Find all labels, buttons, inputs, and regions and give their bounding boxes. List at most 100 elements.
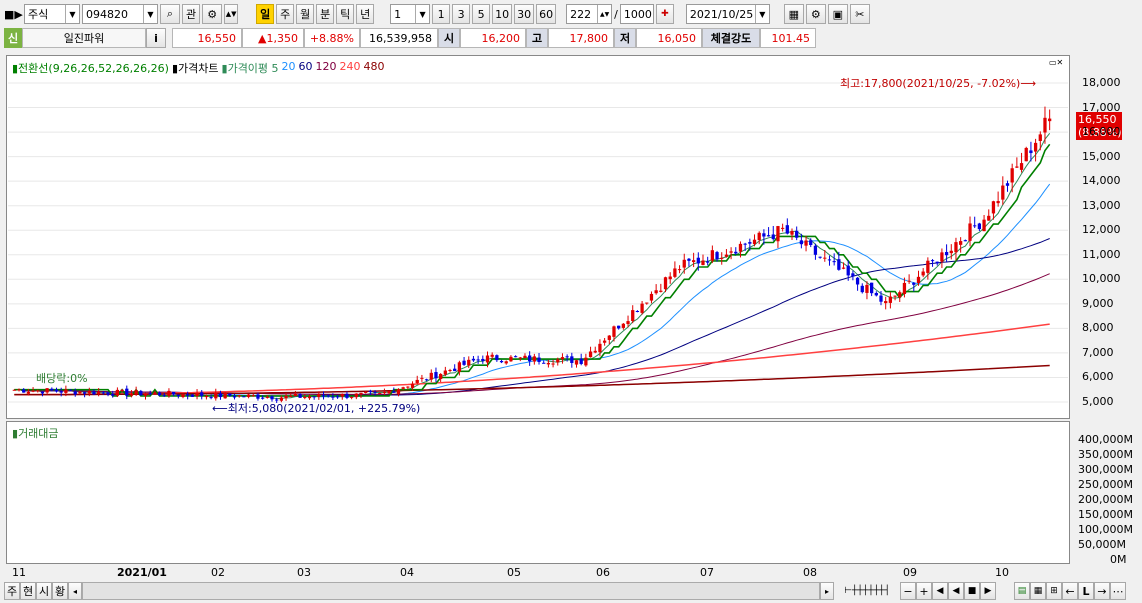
tab-ju[interactable]: 주 (4, 582, 20, 600)
legend-item[interactable]: ▮가격이평 5 (222, 60, 279, 76)
volume-y-tick-label: 400,000M (1078, 433, 1133, 446)
period-button-month[interactable]: 월 (296, 4, 315, 24)
low-annotation: ⟵최저:5,080(2021/02/01, +225.79%) (212, 402, 421, 415)
chart-type-icon[interactable]: ▦ (783, 4, 804, 24)
interval-button-30[interactable]: 30 (514, 4, 535, 24)
y-tick-label: 7,000 (1082, 345, 1114, 359)
low-label: 저 (614, 28, 636, 48)
y-tick-label: 8,000 (1082, 321, 1114, 335)
interval-select[interactable]: 1 ▼ (390, 4, 431, 24)
gear-icon[interactable]: ⚙ (805, 4, 826, 24)
dividend-annotation: 배당락:0% (36, 372, 88, 385)
y-tick-label: 6,000 (1082, 370, 1114, 384)
y-tick-label: 10,000 (1082, 272, 1121, 286)
x-tick-label: 04 (400, 566, 414, 579)
compare-icon[interactable]: ⊞ (1046, 582, 1062, 600)
total-bars-input[interactable]: 1000 (619, 4, 654, 24)
x-tick-label: 06 (596, 566, 610, 579)
change-percent: +8.88% (304, 28, 360, 48)
legend-item[interactable]: 120 (316, 60, 337, 76)
log-scale-icon[interactable]: L (1078, 582, 1094, 600)
period-button-week[interactable]: 주 (276, 4, 295, 24)
tab-hyeon[interactable]: 현 (20, 582, 36, 600)
period-button-tick[interactable]: 틱 (336, 4, 355, 24)
period-button-minute[interactable]: 분 (316, 4, 335, 24)
play-back-icon[interactable]: ◀ (932, 582, 948, 600)
total-bars-value: 1000 (623, 7, 652, 21)
panel-controls[interactable]: ▭✕ (1049, 58, 1063, 67)
stepper-icon[interactable]: ▲▼ (597, 5, 611, 23)
horizontal-scrollbar[interactable] (82, 582, 820, 600)
volume-chart-panel[interactable] (6, 421, 1070, 564)
arrow-left-icon[interactable]: ← (1062, 582, 1078, 600)
next-icon[interactable]: ▶ (980, 582, 996, 600)
zoom-slider[interactable]: ⊢┼┼┼┼┼┼┤ (834, 582, 900, 600)
legend-item[interactable]: 20 (282, 60, 296, 76)
y-tick-label: 5,000 (1082, 395, 1114, 408)
zoom-in-icon[interactable]: + (916, 582, 932, 600)
x-tick-label: 05 (507, 566, 521, 579)
legend-item[interactable]: ▮가격차트 (172, 60, 219, 76)
market-type-select[interactable]: 주식 ▼ (24, 4, 80, 24)
volume-value: 16,539,958 (360, 28, 438, 48)
legend-item[interactable]: 240 (340, 60, 361, 76)
interest-button[interactable]: 관 (182, 4, 201, 24)
chevron-down-icon[interactable]: ▼ (65, 5, 79, 23)
high-price: 17,800 (548, 28, 614, 48)
interval-button-60[interactable]: 60 (536, 4, 557, 24)
scroll-right-button[interactable]: ▸ (820, 582, 834, 600)
zoom-reset-icon[interactable]: ✚ (655, 4, 674, 24)
volume-legend: ▮거래대금 (12, 427, 59, 440)
y-tick-label: 18,000 (1082, 76, 1121, 89)
stop-icon[interactable]: ■ (964, 582, 980, 600)
volume-y-tick-label: 100,000M (1078, 523, 1133, 536)
price-chart-panel[interactable] (6, 55, 1070, 419)
search-button[interactable]: ⌕ (160, 4, 180, 24)
legend-item[interactable]: ▮전환선(9,26,26,52,26,26,26) (12, 60, 169, 76)
interval-value: 1 (394, 7, 402, 21)
volume-y-tick-label: 300,000M (1078, 463, 1133, 476)
stock-code-input[interactable]: 094820 ▼ (82, 4, 158, 24)
interval-button-5[interactable]: 5 (472, 4, 491, 24)
high-annotation: 최고:17,800(2021/10/25, -7.02%)⟶ (840, 77, 1037, 90)
arrow-right-icon[interactable]: → (1094, 582, 1110, 600)
legend-item[interactable]: 480 (364, 60, 385, 76)
tab-si[interactable]: 시 (36, 582, 52, 600)
save-icon[interactable]: ▣ (827, 4, 848, 24)
interval-button-10[interactable]: 10 (492, 4, 513, 24)
bars-separator: / (614, 7, 618, 21)
chevron-down-icon[interactable]: ▼ (415, 5, 429, 23)
scroll-left-button[interactable]: ◂ (68, 582, 82, 600)
table-icon[interactable]: ▦ (1030, 582, 1046, 600)
current-price: 16,550 (172, 28, 242, 48)
toggle-panel-icon[interactable]: ■▶ (4, 8, 23, 21)
period-button-day[interactable]: 일 (256, 4, 275, 24)
zoom-out-icon[interactable]: − (900, 582, 916, 600)
bottom-bar: 주 현 시 황 ◂ ▸ ⊢┼┼┼┼┼┼┤ − + ◀ ◀ ■ ▶ ▤ ▦ ⊞ ←… (4, 582, 1126, 600)
quote-bar: 신 일진파워 i 16,550 ▲1,350 +8.88% 16,539,958… (4, 28, 816, 48)
y-tick-label: 13,000 (1082, 198, 1121, 212)
stepper-button[interactable]: ▲▼ (224, 4, 239, 24)
y-tick-label: 17,000 (1082, 100, 1121, 114)
volume-legend-label: 거래대금 (18, 427, 59, 440)
excel-icon[interactable]: ▤ (1014, 582, 1030, 600)
legend-item[interactable]: 60 (299, 60, 313, 76)
toolbar: ■▶ 주식 ▼ 094820 ▼ ⌕ 관 ⚙ ▲▼ 일 주 월 분 틱 년 1 … (4, 4, 870, 24)
tools-icon[interactable]: ✂ (849, 4, 870, 24)
period-button-year[interactable]: 년 (356, 4, 375, 24)
settings-gear-button[interactable]: ⚙ (202, 4, 223, 24)
chevron-down-icon[interactable]: ▼ (754, 5, 769, 23)
date-value: 2021/10/25 (689, 7, 754, 21)
open-label: 시 (438, 28, 460, 48)
chevron-down-icon[interactable]: ▼ (143, 5, 157, 23)
prev-icon[interactable]: ◀ (948, 582, 964, 600)
date-picker[interactable]: 2021/10/25 ▼ (685, 4, 770, 24)
visible-bars-stepper[interactable]: 222 ▲▼ (566, 4, 613, 24)
interval-button-1[interactable]: 1 (432, 4, 451, 24)
interval-button-3[interactable]: 3 (452, 4, 471, 24)
stock-info-button[interactable]: i (146, 28, 166, 48)
y-tick-label: 14,000 (1082, 174, 1121, 188)
more-icon[interactable]: ⋯ (1110, 582, 1126, 600)
volume-y-tick-label: 200,000M (1078, 493, 1133, 506)
tab-hwang[interactable]: 황 (52, 582, 68, 600)
